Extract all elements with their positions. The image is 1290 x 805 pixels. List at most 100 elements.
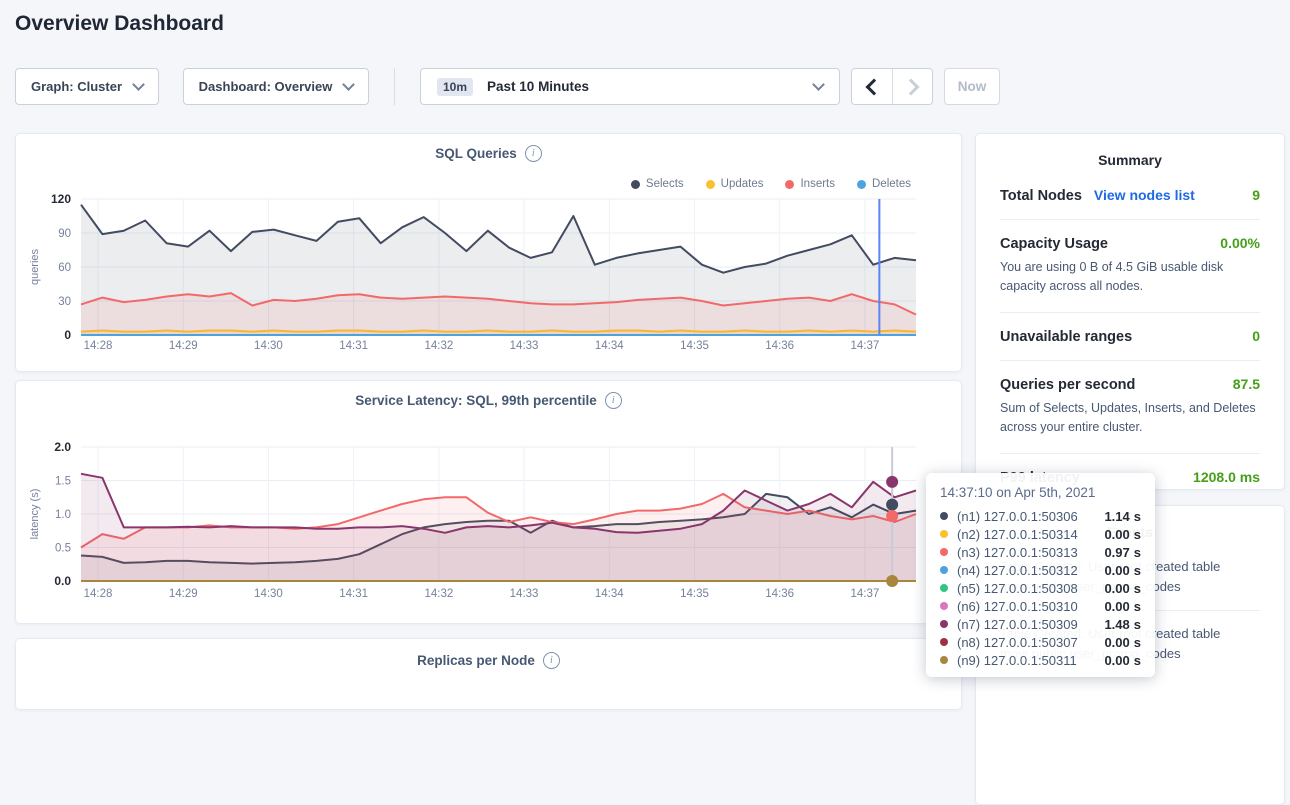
service-latency-chart[interactable]: 0.00.51.01.52.014:2814:2914:3014:3114:32… [16,381,961,623]
node-latency-value: 0.00 [1104,635,1129,650]
svg-text:14:32: 14:32 [424,588,453,600]
time-range-selector[interactable]: 10m Past 10 Minutes [420,68,840,105]
svg-text:90: 90 [58,228,71,240]
next-range-button[interactable] [892,69,932,104]
tooltip-node-row: (n1) 127.0.0.1:503061.14s [940,507,1141,525]
svg-text:14:30: 14:30 [254,340,283,352]
latency-unit: s [1134,635,1141,650]
latency-unit: s [1134,563,1141,578]
summary-description: You are using 0 B of 4.5 GiB usable disk… [1000,258,1260,297]
svg-text:14:29: 14:29 [169,340,198,352]
prev-range-button[interactable] [852,69,892,104]
node-address: (n8) 127.0.0.1:50307 [957,635,1104,650]
sql-queries-chart[interactable]: 030609012014:2814:2914:3014:3114:3214:33… [16,134,961,371]
tooltip-node-row: (n2) 127.0.0.1:503140.00 s [940,525,1141,543]
summary-row-total-nodes: Total Nodes View nodes list 9 [1000,172,1260,219]
svg-text:14:37: 14:37 [850,588,879,600]
node-color-dot [940,566,948,574]
dashboard-dropdown[interactable]: Dashboard: Overview [183,68,369,105]
summary-value: 0.00% [1220,235,1260,251]
node-address: (n5) 127.0.0.1:50308 [957,581,1104,596]
time-range-label: Past 10 Minutes [487,79,589,94]
summary-row-unavailable-ranges: Unavailable ranges0 [1000,312,1260,360]
node-latency-value: 1.48 [1104,617,1129,632]
node-color-dot [940,512,948,520]
tooltip-node-row: (n6) 127.0.0.1:503100.00s [940,597,1141,615]
svg-text:120: 120 [51,192,71,206]
svg-text:14:37: 14:37 [850,340,879,352]
tooltip-node-row: (n9) 127.0.0.1:503110.00s [940,651,1141,669]
svg-text:1.0: 1.0 [55,509,71,521]
graph-dropdown-label: Graph: Cluster [31,79,122,94]
latency-unit: s [1134,527,1141,542]
time-range-badge: 10m [437,78,473,96]
chevron-left-icon [865,78,882,95]
chart-title: Replicas per Node [417,653,535,668]
chart-hover-tooltip: 14:37:10 on Apr 5th, 2021 (n1) 127.0.0.1… [926,473,1155,677]
svg-text:14:32: 14:32 [424,340,453,352]
latency-unit: s [1134,653,1141,668]
svg-text:14:35: 14:35 [680,588,709,600]
tooltip-rows: (n1) 127.0.0.1:503061.14s(n2) 127.0.0.1:… [940,507,1141,669]
chevron-down-icon [342,78,355,91]
svg-text:2.0: 2.0 [54,440,71,454]
node-color-dot [940,656,948,664]
node-address: (n3) 127.0.0.1:50313 [957,545,1104,560]
summary-description: Sum of Selects, Updates, Inserts, and De… [1000,399,1260,438]
svg-text:14:36: 14:36 [765,340,794,352]
graph-dropdown[interactable]: Graph: Cluster [15,68,159,105]
node-latency-value: 0.00 [1104,527,1129,542]
node-color-dot [940,530,948,538]
node-address: (n2) 127.0.0.1:50314 [957,527,1104,542]
time-nav-group [851,68,933,105]
svg-text:14:34: 14:34 [595,588,624,600]
svg-text:14:33: 14:33 [510,588,539,600]
chevron-right-icon [903,78,920,95]
service-latency-panel: Service Latency: SQL, 99th percentile i … [15,380,962,624]
node-latency-value: 0.00 [1104,653,1129,668]
node-color-dot [940,548,948,556]
view-nodes-list-link[interactable]: View nodes list [1094,187,1195,203]
node-address: (n6) 127.0.0.1:50310 [957,599,1104,614]
node-color-dot [940,638,948,646]
node-address: (n7) 127.0.0.1:50309 [957,617,1104,632]
node-color-dot [940,602,948,610]
svg-text:14:33: 14:33 [510,340,539,352]
dashboard-dropdown-label: Dashboard: Overview [199,79,333,94]
svg-text:0.0: 0.0 [54,574,71,588]
node-latency-value: 0.00 [1104,581,1129,596]
node-address: (n4) 127.0.0.1:50312 [957,563,1104,578]
tooltip-timestamp: 14:37:10 on Apr 5th, 2021 [940,485,1141,500]
svg-text:0.5: 0.5 [55,543,71,555]
tooltip-node-row: (n8) 127.0.0.1:503070.00 s [940,633,1141,651]
summary-label: Queries per second [1000,377,1135,393]
svg-text:14:36: 14:36 [765,588,794,600]
info-icon[interactable]: i [543,652,560,669]
latency-unit: s [1134,617,1141,632]
summary-value: 0 [1252,328,1260,344]
svg-text:queries: queries [29,248,41,285]
svg-text:14:31: 14:31 [339,340,368,352]
svg-text:14:29: 14:29 [169,588,198,600]
chevron-down-icon [812,78,825,91]
tooltip-node-row: (n7) 127.0.0.1:503091.48 s [940,615,1141,633]
tooltip-node-row: (n5) 127.0.0.1:503080.00s [940,579,1141,597]
node-latency-value: 1.14 [1104,509,1129,524]
svg-text:14:31: 14:31 [339,588,368,600]
now-button[interactable]: Now [944,68,1000,105]
svg-text:latency (s): latency (s) [29,489,41,540]
summary-value: 1208.0 ms [1193,469,1260,485]
replicas-per-node-panel: Replicas per Node i [15,638,962,710]
summary-value: 87.5 [1233,376,1260,392]
summary-value: 9 [1252,187,1260,203]
replicas-title-row: Replicas per Node i [16,652,961,669]
summary-row-capacity-usage: Capacity Usage0.00%You are using 0 B of … [1000,219,1260,312]
summary-label: Total Nodes [1000,188,1082,204]
svg-text:14:28: 14:28 [84,588,113,600]
tooltip-node-row: (n3) 127.0.0.1:503130.97s [940,543,1141,561]
svg-text:14:34: 14:34 [595,340,624,352]
summary-card: Summary Total NodesView nodes list9Capac… [975,133,1285,490]
svg-text:60: 60 [58,262,71,274]
svg-text:30: 30 [58,296,71,308]
tooltip-node-row: (n4) 127.0.0.1:503120.00s [940,561,1141,579]
